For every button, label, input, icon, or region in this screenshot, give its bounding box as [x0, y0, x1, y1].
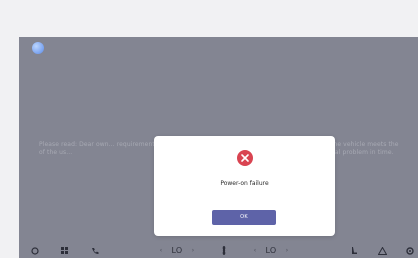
driver-temp-down[interactable]: ‹	[157, 243, 165, 258]
window-frame: Please read: Dear own... requirements of…	[0, 0, 418, 258]
home-icon[interactable]	[30, 243, 40, 258]
assistant-icon[interactable]	[32, 42, 44, 54]
ok-button[interactable]: OK	[212, 210, 276, 225]
seat-icon[interactable]	[349, 243, 359, 258]
error-x-circle-icon	[237, 150, 253, 166]
passenger-temp-up[interactable]: ›	[283, 243, 291, 258]
hazard-icon[interactable]	[377, 243, 387, 258]
phone-icon[interactable]	[90, 243, 100, 258]
driver-temp: LO	[171, 246, 183, 255]
settings-icon[interactable]	[404, 243, 416, 258]
dialog-message: Power-on failure	[220, 180, 269, 187]
passenger-temp: LO	[265, 246, 277, 255]
apps-icon[interactable]	[59, 243, 69, 258]
passenger-temp-down[interactable]: ‹	[251, 243, 259, 258]
fan-icon[interactable]	[219, 243, 229, 258]
infotainment-screen: Please read: Dear own... requirements of…	[19, 37, 418, 258]
background-notice-left: Please read: Dear own... requirements of…	[39, 141, 159, 156]
bottom-dock: ‹ LO › ‹ LO ›	[19, 243, 418, 258]
power-on-failure-dialog: Power-on failure OK	[154, 136, 335, 236]
driver-temp-up[interactable]: ›	[189, 243, 197, 258]
